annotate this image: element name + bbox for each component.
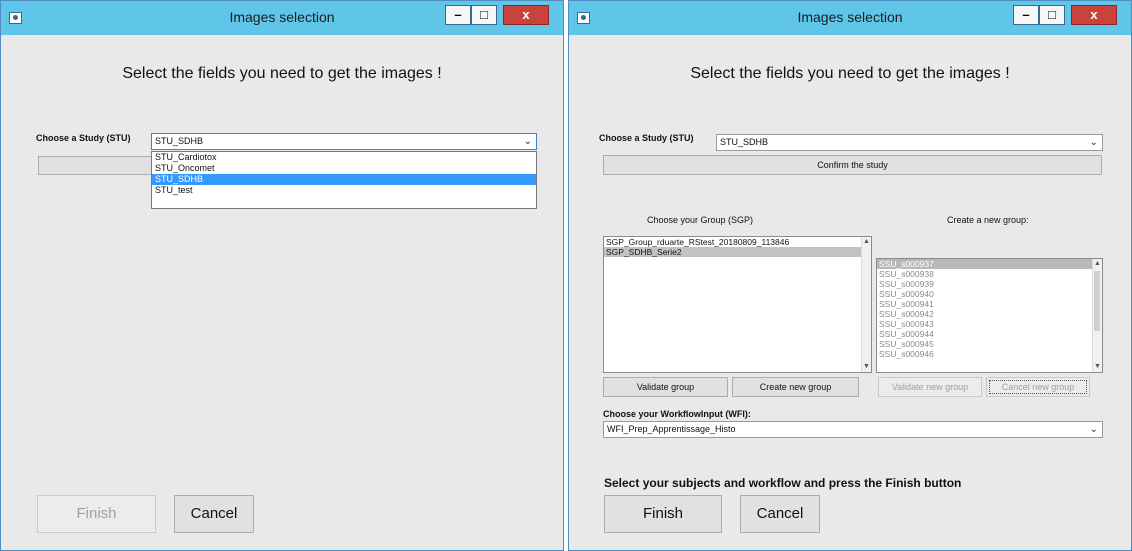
list-item[interactable]: SSU_s000946: [877, 349, 1102, 359]
list-item[interactable]: SSU_s000945: [877, 339, 1102, 349]
study-dropdown[interactable]: STU_Cardiotox STU_Oncomet STU_SDHB STU_t…: [151, 151, 537, 209]
close-button[interactable]: x: [1071, 5, 1117, 25]
finish-button[interactable]: Finish: [37, 495, 156, 533]
scrollbar[interactable]: ▲ ▼: [861, 237, 871, 372]
cancel-button[interactable]: Cancel: [174, 495, 254, 533]
workflow-select[interactable]: WFI_Prep_Apprentissage_Histo ⌄: [603, 421, 1103, 438]
finish-button[interactable]: Finish: [604, 495, 722, 533]
chevron-down-icon[interactable]: ⌄: [524, 134, 532, 149]
window-content: Select the fields you need to get the im…: [1, 35, 563, 550]
scroll-up-icon[interactable]: ▲: [862, 237, 871, 247]
left-window: Images selection – □ x Select the fields…: [0, 0, 564, 551]
instruction-text: Select your subjects and workflow and pr…: [604, 476, 962, 490]
study-select-value: STU_SDHB: [155, 136, 204, 146]
study-select-value: STU_SDHB: [720, 137, 769, 147]
group-list[interactable]: SGP_Group_rduarte_RStest_20180809_113846…: [603, 236, 872, 373]
dropdown-option[interactable]: STU_test: [152, 185, 536, 196]
list-item[interactable]: SSU_s000944: [877, 329, 1102, 339]
confirm-study-button[interactable]: Confirm the study: [603, 155, 1102, 175]
study-select[interactable]: STU_SDHB ⌄: [151, 133, 537, 150]
page-heading: Select the fields you need to get the im…: [690, 65, 1010, 82]
scroll-down-icon[interactable]: ▼: [1093, 362, 1102, 372]
dropdown-option[interactable]: STU_Cardiotox: [152, 152, 536, 163]
list-item[interactable]: SSU_s000941: [877, 299, 1102, 309]
new-group-label: Create a new group:: [947, 215, 1029, 225]
workflow-select-value: WFI_Prep_Apprentissage_Histo: [607, 424, 736, 434]
scroll-up-icon[interactable]: ▲: [1093, 259, 1102, 269]
chevron-down-icon[interactable]: ⌄: [1090, 422, 1098, 437]
workflow-label: Choose your WorkflowInput (WFI):: [603, 409, 751, 419]
list-item[interactable]: SSU_s000942: [877, 309, 1102, 319]
list-item[interactable]: SSU_s000940: [877, 289, 1102, 299]
title-bar[interactable]: Images selection – □ x: [569, 1, 1131, 35]
list-item-selected[interactable]: SSU_s000937: [877, 259, 1102, 269]
cancel-button[interactable]: Cancel: [740, 495, 820, 533]
list-item[interactable]: SSU_s000938: [877, 269, 1102, 279]
scrollbar[interactable]: ▲ ▼: [1092, 259, 1102, 372]
page-heading: Select the fields you need to get the im…: [122, 65, 442, 82]
maximize-button[interactable]: □: [1039, 5, 1065, 25]
study-label: Choose a Study (STU): [36, 133, 131, 143]
window-content: Select the fields you need to get the im…: [569, 35, 1131, 550]
study-select[interactable]: STU_SDHB ⌄: [716, 134, 1103, 151]
list-item[interactable]: SSU_s000943: [877, 319, 1102, 329]
list-item[interactable]: SSU_s000939: [877, 279, 1102, 289]
confirm-study-button[interactable]: [38, 156, 153, 175]
maximize-button[interactable]: □: [471, 5, 497, 25]
validate-group-button[interactable]: Validate group: [603, 377, 728, 397]
list-item[interactable]: SGP_Group_rduarte_RStest_20180809_113846: [604, 237, 871, 247]
list-item-selected[interactable]: SGP_SDHB_Serie2: [604, 247, 862, 257]
subject-list[interactable]: SSU_s000937 SSU_s000938 SSU_s000939 SSU_…: [876, 258, 1103, 373]
group-label: Choose your Group (SGP): [647, 215, 754, 225]
create-group-button[interactable]: Create new group: [732, 377, 859, 397]
minimize-button[interactable]: –: [445, 5, 471, 25]
close-button[interactable]: x: [503, 5, 549, 25]
scroll-down-icon[interactable]: ▼: [862, 362, 871, 372]
validate-new-group-button[interactable]: Validate new group: [878, 377, 982, 397]
chevron-down-icon[interactable]: ⌄: [1090, 135, 1098, 150]
right-window: Images selection – □ x Select the fields…: [568, 0, 1132, 551]
dropdown-option-selected[interactable]: STU_SDHB: [152, 174, 536, 185]
minimize-button[interactable]: –: [1013, 5, 1039, 25]
scroll-thumb[interactable]: [1094, 271, 1100, 331]
study-label: Choose a Study (STU): [599, 133, 694, 143]
title-bar[interactable]: Images selection – □ x: [1, 1, 563, 35]
cancel-new-group-button[interactable]: Cancel new group: [986, 377, 1090, 397]
dropdown-option[interactable]: STU_Oncomet: [152, 163, 536, 174]
